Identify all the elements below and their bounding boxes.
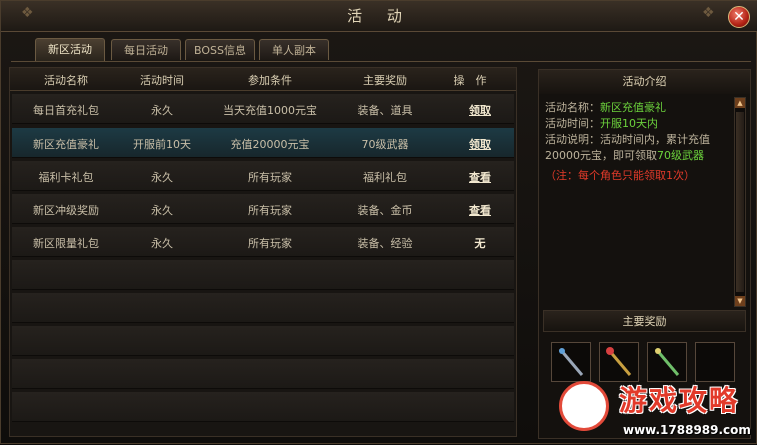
row-time: 永久 — [151, 104, 173, 117]
table-row[interactable]: 每日首充礼包 永久 当天充值1000元宝 装备、道具 领取 — [12, 94, 514, 124]
staff-icon — [606, 347, 632, 376]
close-button[interactable]: ✕ — [728, 6, 750, 28]
empty-row — [12, 293, 514, 323]
gamepad-logo-icon — [559, 381, 609, 431]
activity-window: ❖ 活 动 ❖ ✕ 新区活动 每日活动 BOSS信息 单人副本 活动名称 活动时… — [0, 0, 757, 444]
scroll-thumb[interactable] — [736, 112, 744, 292]
window-title: 活 动 — [347, 7, 412, 25]
header-name: 活动名称 — [44, 74, 88, 87]
header-condition: 参加条件 — [248, 74, 292, 87]
row-name: 新区冲级奖励 — [33, 204, 99, 217]
intro-scrollbar[interactable]: ▲ ▼ — [734, 97, 746, 307]
intro-desc-line2: 20000元宝，即可领取 — [545, 149, 657, 162]
claim-link[interactable]: 领取 — [450, 102, 510, 118]
intro-time-value: 开服10天内 — [600, 117, 658, 130]
scroll-up-icon[interactable]: ▲ — [735, 98, 745, 108]
table-row[interactable]: 福利卡礼包 永久 所有玩家 福利礼包 查看 — [12, 161, 514, 191]
scroll-down-icon[interactable]: ▼ — [735, 296, 745, 306]
row-reward: 装备、道具 — [357, 104, 413, 117]
tab-daily-events[interactable]: 每日活动 — [111, 39, 181, 60]
row-name: 每日首充礼包 — [33, 104, 99, 117]
row-condition: 当天充值1000元宝 — [223, 104, 317, 117]
action-none: 无 — [474, 237, 486, 250]
reward-slot-3[interactable] — [647, 342, 687, 382]
row-time: 永久 — [151, 204, 173, 217]
ornament-right-icon: ❖ — [702, 5, 715, 21]
row-condition: 所有玩家 — [248, 237, 292, 250]
title-bar[interactable]: ❖ 活 动 ❖ ✕ — [1, 1, 757, 32]
reward-slot-1[interactable] — [551, 342, 591, 382]
empty-row — [12, 359, 514, 389]
sword-icon — [558, 348, 584, 376]
row-reward: 装备、金币 — [357, 204, 413, 217]
header-reward: 主要奖励 — [363, 74, 407, 87]
empty-row — [12, 260, 514, 290]
watermark-url: www.1788989.com — [623, 423, 751, 437]
tab-solo-dungeon[interactable]: 单人副本 — [259, 39, 329, 60]
intro-description: 活动名称：新区充值豪礼 活动时间：开服10天内 活动说明：活动时间内，累计充值 … — [545, 100, 735, 300]
claim-link[interactable]: 领取 — [450, 136, 510, 152]
row-condition: 充值20000元宝 — [230, 138, 310, 151]
row-condition: 所有玩家 — [248, 171, 292, 184]
empty-row — [12, 326, 514, 356]
intro-heading: 活动介绍 — [539, 70, 750, 94]
blade-icon — [654, 348, 680, 376]
reward-heading: 主要奖励 — [543, 310, 746, 332]
intro-name-label: 活动名称： — [545, 101, 600, 114]
reward-slot-4[interactable] — [695, 342, 735, 382]
table-row[interactable]: 新区限量礼包 永久 所有玩家 装备、经验 无 — [12, 227, 514, 257]
row-time: 永久 — [151, 171, 173, 184]
view-link[interactable]: 查看 — [450, 202, 510, 218]
row-reward: 70级武器 — [361, 138, 409, 151]
intro-desc-weapon: 70级武器 — [657, 149, 704, 162]
table-header: 活动名称 活动时间 参加条件 主要奖励 操 作 — [10, 68, 516, 91]
empty-row — [12, 392, 514, 422]
intro-name-value: 新区充值豪礼 — [600, 101, 666, 114]
view-link[interactable]: 查看 — [450, 169, 510, 185]
row-time: 永久 — [151, 237, 173, 250]
header-time: 活动时间 — [140, 74, 184, 87]
row-time: 开服前10天 — [133, 138, 191, 151]
watermark: 游戏攻略 www.1788989.com — [553, 379, 757, 445]
tab-new-server-events[interactable]: 新区活动 — [35, 38, 105, 61]
tab-divider — [11, 61, 751, 62]
tab-boss-info[interactable]: BOSS信息 — [185, 39, 255, 60]
activity-table: 活动名称 活动时间 参加条件 主要奖励 操 作 每日首充礼包 永久 当天充值10… — [9, 67, 517, 437]
watermark-text: 游戏攻略 — [619, 384, 740, 417]
row-reward: 福利礼包 — [363, 171, 407, 184]
row-name: 新区充值豪礼 — [33, 138, 99, 151]
intro-note: （注：每个角色只能领取1次） — [545, 169, 695, 182]
reward-slot-2[interactable] — [599, 342, 639, 382]
row-condition: 所有玩家 — [248, 204, 292, 217]
intro-time-label: 活动时间： — [545, 117, 600, 130]
table-row[interactable]: 新区冲级奖励 永久 所有玩家 装备、金币 查看 — [12, 194, 514, 224]
row-name: 新区限量礼包 — [33, 237, 99, 250]
row-name: 福利卡礼包 — [38, 171, 94, 184]
header-action: 操 作 — [453, 74, 487, 87]
table-row-selected[interactable]: 新区充值豪礼 开服前10天 充值20000元宝 70级武器 领取 — [12, 128, 514, 158]
intro-desc-line1: 活动说明：活动时间内，累计充值 — [545, 133, 710, 146]
row-reward: 装备、经验 — [357, 237, 413, 250]
